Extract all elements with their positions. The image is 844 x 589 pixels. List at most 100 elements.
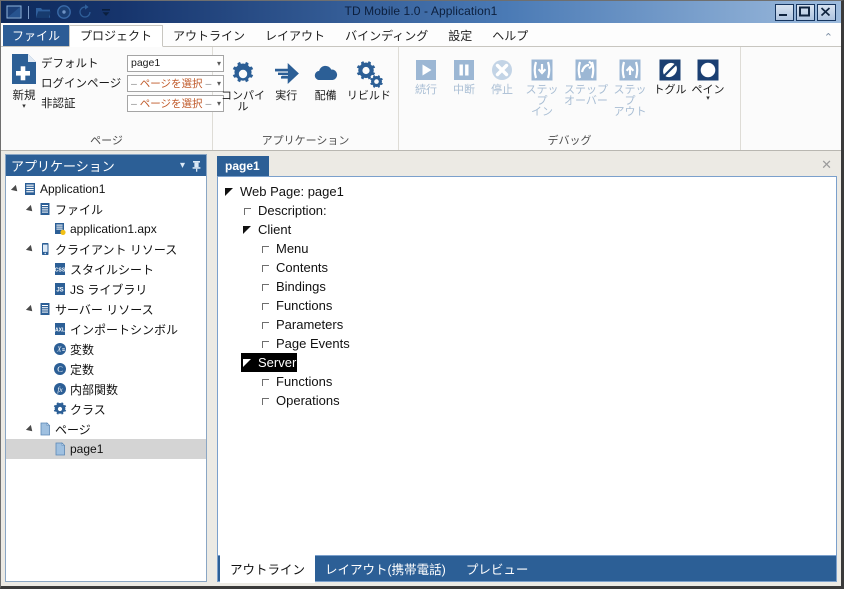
tree-item-内部関数[interactable]: fx 内部関数 [6,379,206,399]
run-button[interactable]: 実行 [267,55,305,102]
undo-icon[interactable] [76,3,94,21]
panel-splitter[interactable] [210,154,214,582]
outline-leaf-marker-icon[interactable] [259,337,273,351]
close-button[interactable] [817,4,836,21]
constant-icon: C [51,362,69,376]
ribbon: 新規 ▾ デフォルト page1 ▾ ログインページ – ページを選択 – ▾ … [1,47,841,151]
function-icon: fx [51,382,69,396]
unauth-page-combo[interactable]: – ページを選択 – ▾ [127,94,224,112]
pane-button[interactable]: ペイン ▾ [689,53,727,102]
tree-item-サーバー-リソース[interactable]: サーバー リソース [6,299,206,319]
expand-triangle-icon[interactable] [25,304,36,314]
step-over-button[interactable]: ステップ オーバー [563,53,609,107]
panel-menu-caret-icon[interactable]: ▾ [180,160,185,171]
mobile-device-icon [36,242,54,256]
document-panel: page1 ✕ Web Page: page1 Description: Clien… [217,154,837,583]
outline-item-client[interactable]: Client [241,220,291,239]
expand-triangle-icon[interactable] [10,184,21,194]
tree-item-application1[interactable]: Application1 [6,179,206,199]
toggle-breakpoint-button[interactable]: トグル [651,53,689,96]
step-into-button[interactable]: ステップ イン [521,53,563,118]
tree-item-label: 内部関数 [70,382,119,397]
outline-leaf-marker-icon[interactable] [241,204,255,218]
view-tab-preview[interactable]: プレビュー [456,555,539,582]
outline-leaf-marker-icon[interactable] [259,375,273,389]
compile-button[interactable]: コンパイル [219,55,267,113]
tree-item-インポートシンボル[interactable]: AXL インポートシンボル [6,319,206,339]
outline-item-parameters[interactable]: Parameters [259,315,343,334]
minimize-button[interactable] [775,4,794,21]
ribbon-tab-layout[interactable]: レイアウト [255,26,335,46]
stop-x-icon [489,57,515,83]
outline-item-operations[interactable]: Operations [259,391,340,410]
tree-item-定数[interactable]: C 定数 [6,359,206,379]
deploy-button[interactable]: 配備 [306,55,346,102]
app-logo-icon[interactable] [5,3,23,21]
outline-item-description[interactable]: Description: [241,201,327,220]
outline-tree[interactable]: Web Page: page1 Description: Client Menu Con… [217,176,837,556]
expand-triangle-icon[interactable] [25,244,36,254]
document-tab-page1[interactable]: page1 [217,156,269,176]
toggle-breakpoint-icon [657,57,683,83]
step-out-button[interactable]: ステップ アウト [609,53,651,118]
open-folder-icon[interactable] [34,3,52,21]
maximize-button[interactable] [796,4,815,21]
ribbon-tab-binding[interactable]: バインディング [335,26,438,46]
outline-expanded-marker-icon[interactable] [241,223,255,237]
ribbon-tab-file[interactable]: ファイル [3,25,70,46]
tree-item-label: Application1 [40,182,106,196]
continue-button[interactable]: 続行 [407,53,445,96]
application-icon [21,182,39,196]
outline-leaf-marker-icon[interactable] [259,299,273,313]
outline-item-functions[interactable]: Functions [259,372,332,391]
tree-item-変数[interactable]: X 変数 [6,339,206,359]
tree-item-label: JS ライブラリ [70,282,148,297]
outline-leaf-marker-icon[interactable] [259,280,273,294]
expand-triangle-icon[interactable] [25,204,36,214]
pin-icon[interactable] [191,160,202,172]
expand-triangle-icon[interactable] [25,424,36,434]
collapse-ribbon-icon[interactable]: ⌃ [824,31,833,44]
outline-leaf-marker-icon[interactable] [259,318,273,332]
outline-expanded-marker-icon[interactable] [223,185,237,199]
pane-caret-icon[interactable]: ▾ [706,95,710,102]
ribbon-tab-help[interactable]: ヘルプ [482,26,538,46]
rebuild-button[interactable]: リビルド [346,55,392,102]
tree-item-application1.apx[interactable]: application1.apx [6,219,206,239]
outline-item-web-page-page1[interactable]: Web Page: page1 [223,182,344,201]
ribbon-tab-outline[interactable]: アウトライン [163,26,255,46]
tree-item-ページ[interactable]: ページ [6,419,206,439]
tree-item-page1[interactable]: page1 [6,439,206,459]
ribbon-tab-settings[interactable]: 設定 [438,26,482,46]
tree-item-クライアント-リソース[interactable]: クライアント リソース [6,239,206,259]
ribbon-tab-project[interactable]: プロジェクト [69,25,164,47]
svg-text:X: X [56,346,62,354]
outline-leaf-marker-icon[interactable] [259,261,273,275]
outline-item-contents[interactable]: Contents [259,258,328,277]
outline-item-functions[interactable]: Functions [259,296,332,315]
outline-item-menu[interactable]: Menu [259,239,309,258]
new-page-caret-icon[interactable]: ▾ [22,103,26,110]
stop-button[interactable]: 停止 [483,53,521,96]
outline-item-page-events[interactable]: Page Events [259,334,350,353]
outline-leaf-marker-icon[interactable] [259,242,273,256]
default-page-combo[interactable]: page1 ▾ [127,54,224,72]
application-tree[interactable]: Application1 ファイル application1.apx クライアント リ… [6,176,206,581]
view-tab-outline[interactable]: アウトライン [220,554,316,583]
outline-leaf-marker-icon[interactable] [259,394,273,408]
customize-qat-icon[interactable] [97,3,115,21]
save-icon[interactable] [55,3,73,21]
outline-item-server[interactable]: Server [241,353,298,372]
break-button[interactable]: 中断 [445,53,483,96]
tree-item-js-ライブラリ[interactable]: JS JS ライブラリ [6,279,206,299]
tree-item-クラス[interactable]: クラス [6,399,206,419]
close-document-icon[interactable]: ✕ [821,157,832,173]
outline-item-bindings[interactable]: Bindings [259,277,326,296]
view-tab-layout-mobile[interactable]: レイアウト(携帯電話) [315,555,456,582]
outline-expanded-marker-icon[interactable] [241,356,255,370]
tree-item-スタイルシート[interactable]: CSS スタイルシート [6,259,206,279]
tree-item-ファイル[interactable]: ファイル [6,199,206,219]
new-page-button[interactable]: 新規 ▾ [7,50,41,110]
axl-icon: AXL [51,322,69,336]
login-page-combo[interactable]: – ページを選択 – ▾ [127,74,224,92]
